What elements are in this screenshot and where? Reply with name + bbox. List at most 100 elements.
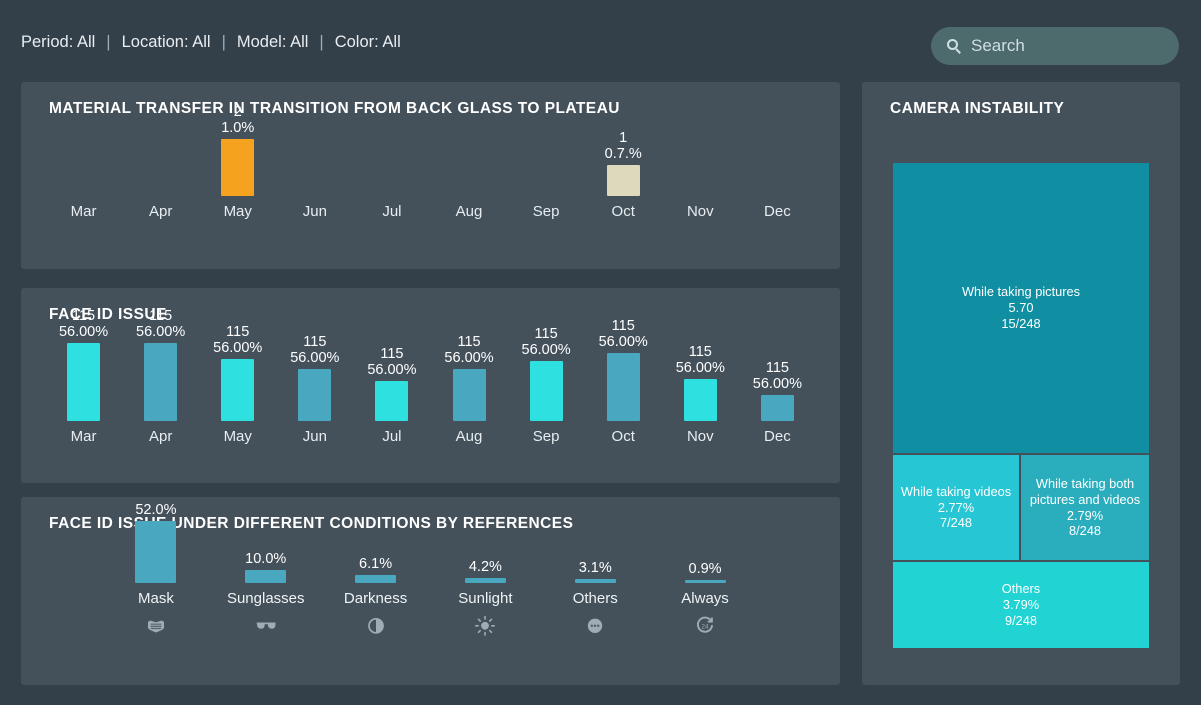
bar-column[interactable]: Mar [45, 196, 122, 220]
treemap-tile-fraction: 9/248 [1004, 612, 1038, 628]
bar-rect[interactable] [464, 578, 506, 583]
bar-column[interactable]: Dec [739, 196, 816, 220]
bar-rect[interactable] [606, 353, 640, 421]
bar-category-label: Oct [611, 203, 635, 220]
treemap-tile[interactable]: Others 3.79% 9/248 [893, 562, 1149, 648]
treemap-tile-fraction: 8/248 [1068, 523, 1102, 539]
treemap-tile[interactable]: While taking both pictures and videos 2.… [1021, 455, 1149, 560]
bar-value-label: 6.1% [359, 555, 393, 572]
bar-column[interactable]: 115 56.00% Apr [122, 308, 199, 445]
condition-icon-wrapper [472, 613, 498, 644]
treemap-tile-value: 2.79% [1066, 507, 1104, 523]
bar-column[interactable]: 3.1% Others [540, 560, 650, 644]
bar-value-label: 4.2% [468, 558, 502, 575]
bar-rect[interactable] [245, 570, 287, 583]
panel-title-material-transfer: MATERIAL TRANSFER IN TRANSITION FROM BAC… [49, 100, 620, 117]
sunglasses-icon [256, 622, 276, 629]
treemap-tile[interactable]: While taking videos 2.77% 7/248 [893, 455, 1019, 560]
bar-rect[interactable] [355, 575, 397, 583]
treemap-tile-label: While taking pictures [961, 284, 1081, 300]
chart-face-id-issue: 115 56.00% Mar 115 56.00% Apr 115 56.00% May 115 5… [21, 308, 840, 445]
bar-category-label: Dec [764, 428, 791, 445]
bar-column[interactable]: 115 56.00% Dec [739, 360, 816, 445]
bar-column[interactable]: Aug [430, 196, 507, 220]
bar-column[interactable]: 52.0% Mask [101, 502, 211, 644]
bar-value-label: 10.0% [245, 550, 287, 567]
bar-value-label: 2 1.0% [221, 103, 255, 136]
bar-column[interactable]: 115 56.00% Jul [353, 346, 430, 445]
bar-category-label: Aug [455, 428, 483, 445]
treemap-tile[interactable]: While taking pictures 5.70 15/248 [893, 163, 1149, 453]
bar-rect[interactable] [67, 343, 101, 421]
bar-rect[interactable] [135, 521, 177, 583]
bar-category-label: Nov [686, 428, 714, 445]
bar-column[interactable]: 4.2% Sunlight [430, 559, 540, 644]
bar-value-label: 115 56.00% [598, 317, 648, 350]
bar-rect[interactable] [144, 343, 178, 421]
bar-rect[interactable] [684, 580, 726, 583]
bar-column[interactable]: 115 56.00% May [199, 324, 276, 445]
bar-category-label: Aug [455, 203, 483, 220]
bar-category-label: Dec [764, 203, 791, 220]
bar-category-label: Mar [70, 203, 97, 220]
bar-rect[interactable] [760, 395, 794, 421]
bar-rect[interactable] [375, 381, 409, 421]
bar-column[interactable]: 115 56.00% Nov [662, 344, 739, 445]
bar-value-label: 115 56.00% [444, 333, 494, 366]
search-input[interactable] [971, 36, 1161, 56]
treemap-tile-fraction: 15/248 [1001, 315, 1041, 331]
bar-rect[interactable] [452, 369, 486, 421]
bar-column[interactable]: 115 56.00% Aug [430, 334, 507, 445]
search-box[interactable] [931, 27, 1179, 65]
bar-column[interactable]: Jun [276, 196, 353, 220]
bar-rect[interactable] [606, 165, 640, 196]
bar-column[interactable]: Sep [508, 196, 585, 220]
filter-separator: | [221, 33, 226, 51]
bar-value-label: 0.9% [688, 560, 722, 577]
contrast-icon [367, 617, 384, 634]
bar-category-label: Oct [611, 428, 635, 445]
bar-column[interactable]: Apr [122, 196, 199, 220]
treemap-tile-value: 5.70 [1008, 300, 1034, 315]
bar-category-label: Apr [148, 203, 173, 220]
treemap-tile-value: 3.79% [1002, 597, 1040, 612]
bar-column[interactable]: 115 56.00% Sep [508, 326, 585, 445]
filter-model[interactable]: Model: All [237, 33, 309, 52]
treemap-tile-label: While taking videos [900, 483, 1012, 499]
condition-icon-wrapper [363, 613, 389, 644]
bar-column[interactable]: Nov [662, 196, 739, 220]
panel-title-camera-instability: CAMERA INSTABILITY [890, 100, 1065, 117]
bar-value-label: 52.0% [135, 501, 177, 518]
bar-category-label: Jul [382, 203, 402, 220]
bar-category-label: Sep [532, 203, 560, 220]
top-filter-bar: Period: All | Location: All | Model: All… [0, 0, 1201, 82]
bar-rect[interactable] [574, 579, 616, 583]
bar-column[interactable]: 115 56.00% Oct [585, 318, 662, 445]
bar-rect[interactable] [221, 139, 255, 196]
bar-rect[interactable] [298, 369, 332, 421]
filter-color[interactable]: Color: All [335, 33, 401, 52]
bar-category-label: Others [572, 590, 618, 607]
bar-column[interactable]: 6.1% Darkness [321, 556, 431, 644]
bar-rect[interactable] [683, 379, 717, 421]
bar-column[interactable]: 1 0.7.% Oct [585, 130, 662, 220]
bar-column[interactable]: 10.0% Sunglasses [211, 551, 321, 644]
bar-category-label: Jun [302, 428, 327, 445]
filter-location[interactable]: Location: All [122, 33, 211, 52]
bar-column[interactable]: 115 56.00% Jun [276, 334, 353, 445]
bar-value-label: 115 56.00% [290, 333, 340, 366]
bar-value-label: 1 0.7.% [604, 129, 642, 162]
bar-column[interactable]: Jul [353, 196, 430, 220]
condition-icon-wrapper [582, 613, 608, 644]
filter-separator: | [319, 33, 324, 51]
bar-column[interactable]: 0.9% Always 24 [650, 561, 760, 644]
bar-column[interactable]: 115 56.00% Mar [45, 308, 122, 445]
filter-period[interactable]: Period: All [21, 33, 95, 52]
condition-icon-wrapper [253, 613, 279, 644]
condition-icon-wrapper [143, 613, 169, 644]
bar-rect[interactable] [529, 361, 563, 421]
bar-rect[interactable] [221, 359, 255, 421]
bar-category-label: Nov [686, 203, 714, 220]
condition-icon-wrapper: 24 [692, 613, 718, 644]
bar-column[interactable]: 2 1.0% May [199, 104, 276, 220]
